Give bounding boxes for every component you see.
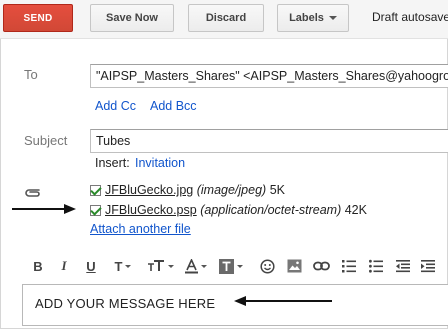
numbered-list-icon (342, 260, 356, 273)
indent-less-button[interactable] (395, 256, 411, 276)
to-field[interactable]: "AIPSP_Masters_Shares" <AIPSP_Masters_Sh… (90, 64, 448, 88)
add-bcc-link[interactable]: Add Bcc (150, 99, 197, 113)
send-button[interactable]: SEND (3, 4, 73, 32)
bold-button[interactable]: B (30, 256, 46, 276)
insert-link-button[interactable] (312, 256, 330, 276)
discard-button[interactable]: Discard (188, 4, 264, 32)
image-icon (287, 259, 301, 273)
labels-dropdown-button[interactable]: Labels (277, 4, 349, 32)
to-label: To (24, 67, 38, 82)
add-cc-link[interactable]: Add Cc (95, 99, 136, 113)
draft-status-text: Draft autosaved (372, 10, 448, 24)
text-color-icon (185, 258, 198, 273)
indent-less-icon (396, 260, 410, 273)
chevron-down-icon (328, 16, 337, 20)
insert-invitation-link[interactable]: Invitation (135, 156, 185, 170)
paperclip-icon (25, 189, 40, 197)
font-size-button[interactable] (146, 256, 174, 276)
highlight-color-button[interactable] (219, 256, 243, 276)
insert-image-button[interactable] (286, 256, 302, 276)
attachment-checkbox[interactable] (90, 184, 101, 196)
font-size-icon (147, 260, 164, 271)
numbered-list-button[interactable] (341, 256, 357, 276)
font-button[interactable]: T (111, 256, 135, 276)
bulleted-list-button[interactable] (368, 256, 384, 276)
compose-toolbar: SEND Save Now Discard Labels Draft autos… (0, 0, 448, 39)
attach-another-file-link[interactable]: Attach another file (90, 222, 191, 236)
chevron-down-icon (237, 264, 243, 268)
attachment-mime-type: (image/jpeg) (196, 183, 267, 197)
chevron-down-icon (201, 264, 207, 268)
underline-button[interactable]: U (83, 256, 99, 276)
emoticon-button[interactable] (259, 256, 275, 276)
indent-more-icon (421, 260, 435, 273)
message-body-text: ADD YOUR MESSAGE HERE (35, 296, 216, 311)
attachment-mime-type: (application/octet-stream) (200, 203, 342, 217)
indent-more-button[interactable] (420, 256, 436, 276)
smiley-icon (259, 258, 275, 274)
highlight-color-icon (219, 258, 234, 274)
bulleted-list-icon (369, 259, 383, 273)
italic-button[interactable]: I (56, 256, 72, 276)
attachment-item: JFBluGecko.jpg (image/jpeg) 5K (90, 181, 285, 199)
subject-field[interactable]: Tubes (90, 129, 448, 153)
compose-frame (0, 0, 448, 329)
attachment-checkbox[interactable] (90, 204, 101, 216)
attachment-size: 5K (269, 183, 285, 197)
insert-label: Insert: (95, 156, 130, 170)
chevron-down-icon (125, 264, 132, 268)
arrow-left-icon (234, 296, 332, 306)
text-color-button[interactable] (184, 256, 208, 276)
attachment-item: JFBluGecko.psp (application/octet-stream… (90, 201, 367, 219)
arrow-right-icon (12, 204, 76, 214)
chevron-down-icon (167, 264, 174, 268)
attachment-filename[interactable]: JFBluGecko.jpg (105, 183, 193, 197)
subject-label: Subject (24, 133, 68, 148)
labels-button-label: Labels (289, 12, 324, 24)
attachment-size: 42K (344, 203, 367, 217)
save-now-button[interactable]: Save Now (90, 4, 174, 32)
link-icon (312, 261, 330, 271)
font-icon: T (114, 258, 123, 274)
attachment-filename[interactable]: JFBluGecko.psp (105, 203, 197, 217)
